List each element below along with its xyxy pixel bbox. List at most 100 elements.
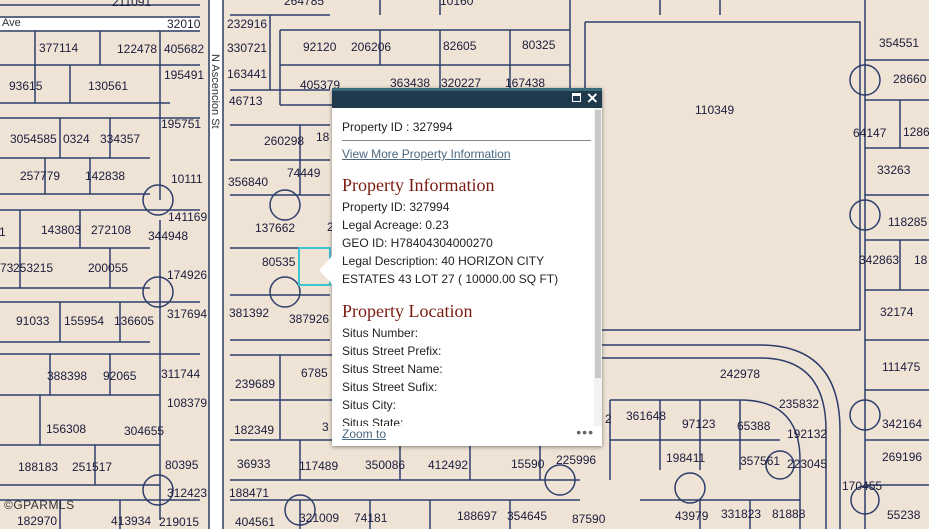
parcel-label[interactable]: 43979 xyxy=(675,510,708,522)
parcel-label[interactable]: 188471 xyxy=(229,487,269,499)
parcel-label[interactable]: 182970 xyxy=(17,515,57,527)
parcel-label[interactable]: 412492 xyxy=(428,459,468,471)
parcel-label[interactable]: 28660 xyxy=(893,73,926,85)
parcel-label[interactable]: 136605 xyxy=(114,315,154,327)
parcel-label[interactable]: 354645 xyxy=(507,510,547,522)
parcel-label[interactable]: 65388 xyxy=(737,420,770,432)
parcel-label[interactable]: 269196 xyxy=(882,451,922,463)
parcel-label[interactable]: 356840 xyxy=(228,176,268,188)
parcel-label[interactable]: 235832 xyxy=(779,398,819,410)
parcel-label[interactable]: 330721 xyxy=(227,42,267,54)
view-more-link[interactable]: View More Property Information xyxy=(342,147,511,161)
parcel-label[interactable]: 92120 xyxy=(303,41,336,53)
parcel-label[interactable]: 2 xyxy=(605,413,612,425)
parcel-label[interactable]: 91033 xyxy=(16,315,49,327)
parcel-label[interactable]: 381392 xyxy=(229,307,269,319)
parcel-label[interactable]: 264785 xyxy=(284,0,324,7)
parcel-label[interactable]: 82605 xyxy=(443,40,476,52)
parcel-label[interactable]: 211091 xyxy=(112,0,151,8)
parcel-label[interactable]: 3 xyxy=(322,421,329,433)
parcel-label[interactable]: 242978 xyxy=(720,368,760,380)
parcel-label[interactable]: 141169 xyxy=(168,211,207,223)
parcel-label[interactable]: 232916 xyxy=(227,18,267,30)
parcel-label[interactable]: 3054585 xyxy=(10,133,57,145)
parcel-label[interactable]: 174926 xyxy=(167,269,207,281)
parcel-label[interactable]: 405682 xyxy=(164,43,204,55)
parcel-label[interactable]: 122478 xyxy=(117,43,157,55)
parcel-label[interactable]: 0324 xyxy=(63,133,90,145)
parcel-label[interactable]: 342164 xyxy=(882,418,922,430)
parcel-label[interactable]: 260298 xyxy=(264,135,304,147)
parcel-label[interactable]: 143803 xyxy=(41,224,81,236)
maximize-icon[interactable] xyxy=(572,93,581,102)
parcel-label[interactable]: 239689 xyxy=(235,378,275,390)
parcel-label[interactable]: 192132 xyxy=(787,428,827,440)
parcel-label[interactable]: 344948 xyxy=(148,230,188,242)
parcel-label[interactable]: 219015 xyxy=(159,516,199,528)
scrollbar-thumb[interactable] xyxy=(595,110,601,378)
parcel-label[interactable]: 225996 xyxy=(556,454,596,466)
parcel-label[interactable]: 1286 xyxy=(903,126,929,138)
parcel-label[interactable]: 195751 xyxy=(161,118,201,130)
parcel-label[interactable]: 357561 xyxy=(740,455,780,467)
parcel-label[interactable]: 80395 xyxy=(165,459,198,471)
parcel-label[interactable]: 331823 xyxy=(721,508,761,520)
parcel-label[interactable]: 163441 xyxy=(227,68,267,80)
parcel-label[interactable]: 110349 xyxy=(695,104,734,116)
parcel-label[interactable]: 312423 xyxy=(167,487,207,499)
parcel-label[interactable]: 188697 xyxy=(457,510,497,522)
parcel-label[interactable]: 377114 xyxy=(39,42,78,54)
parcel-label[interactable]: 182349 xyxy=(234,424,274,436)
popup-content[interactable]: Property ID : 327994 View More Property … xyxy=(332,108,594,426)
parcel-label[interactable]: 33263 xyxy=(877,164,910,176)
parcel-label[interactable]: 15590 xyxy=(511,458,544,470)
parcel-label[interactable]: 81888 xyxy=(772,508,805,520)
parcel-label[interactable]: 321009 xyxy=(299,512,339,524)
parcel-label[interactable]: 130561 xyxy=(88,80,128,92)
parcel-label[interactable]: 1 xyxy=(0,226,6,238)
parcel-label[interactable]: 36933 xyxy=(237,458,270,470)
parcel-label[interactable]: 32010 xyxy=(167,18,200,30)
parcel-label[interactable]: 272108 xyxy=(91,224,131,236)
parcel-label[interactable]: 55238 xyxy=(887,509,920,521)
parcel-label[interactable]: 251517 xyxy=(72,461,112,473)
parcel-label[interactable]: 117489 xyxy=(299,460,338,472)
parcel-label[interactable]: 32174 xyxy=(880,306,913,318)
parcel-label[interactable]: 97123 xyxy=(682,418,715,430)
parcel-label[interactable]: 87590 xyxy=(572,513,605,525)
parcel-label[interactable]: 74449 xyxy=(287,167,320,179)
parcel-label[interactable]: 404561 xyxy=(235,516,275,528)
parcel-label[interactable]: 10160 xyxy=(440,0,473,7)
parcel-label[interactable]: 413934 xyxy=(111,515,151,527)
parcel-label[interactable]: 195491 xyxy=(164,69,204,81)
parcel-label[interactable]: 137662 xyxy=(255,222,295,234)
zoom-to-link[interactable]: Zoom to xyxy=(342,427,386,441)
parcel-label[interactable]: 92065 xyxy=(103,370,136,382)
parcel-label[interactable]: 73 xyxy=(0,262,13,274)
parcel-label[interactable]: 334357 xyxy=(100,133,140,145)
parcel-label[interactable]: 46713 xyxy=(229,95,262,107)
parcel-label[interactable]: 188183 xyxy=(18,461,58,473)
parcel-label[interactable]: 142838 xyxy=(85,170,125,182)
parcel-label[interactable]: 6785 xyxy=(301,367,328,379)
parcel-label[interactable]: 253215 xyxy=(13,262,53,274)
more-actions-icon[interactable]: ••• xyxy=(576,424,594,440)
parcel-label[interactable]: 118285 xyxy=(888,216,927,228)
parcel-label[interactable]: 156308 xyxy=(46,423,86,435)
parcel-label[interactable]: 206206 xyxy=(351,41,391,53)
parcel-label[interactable]: 200055 xyxy=(88,262,128,274)
parcel-label[interactable]: 257779 xyxy=(20,170,60,182)
parcel-label[interactable]: 350086 xyxy=(365,459,405,471)
parcel-label[interactable]: 311744 xyxy=(161,368,200,380)
parcel-label[interactable]: 342863 xyxy=(859,254,899,266)
parcel-label[interactable]: 388398 xyxy=(47,370,87,382)
parcel-label[interactable]: 108379 xyxy=(167,397,207,409)
parcel-label[interactable]: 111475 xyxy=(882,361,920,373)
parcel-label[interactable]: 170455 xyxy=(842,480,882,492)
parcel-label[interactable]: 74181 xyxy=(354,512,387,524)
parcel-label[interactable]: 64147 xyxy=(853,127,886,139)
parcel-label[interactable]: 223045 xyxy=(787,458,827,470)
popup-scrollbar[interactable] xyxy=(594,108,602,426)
parcel-label[interactable]: 198411 xyxy=(666,452,705,464)
parcel-label[interactable]: 354551 xyxy=(879,37,919,49)
